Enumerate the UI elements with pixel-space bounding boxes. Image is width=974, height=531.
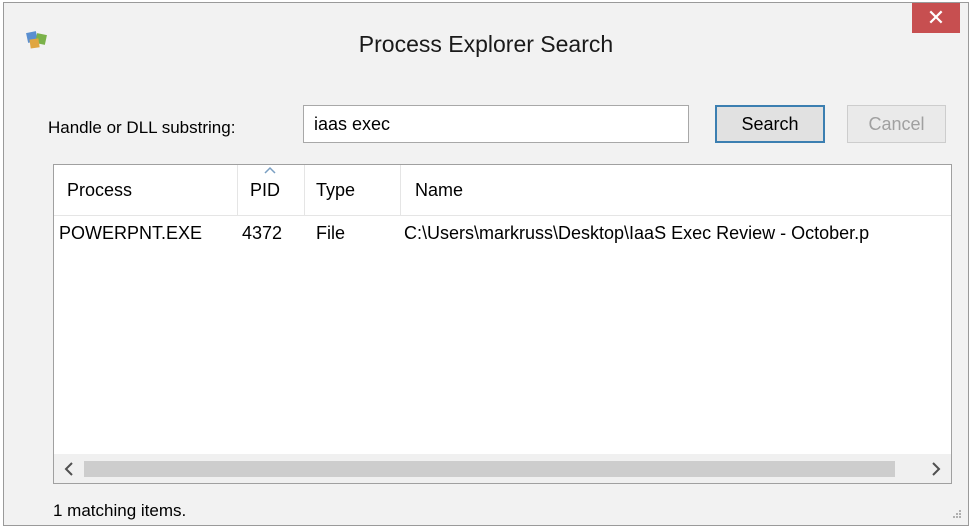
column-divider[interactable] — [237, 165, 238, 215]
list-header: Process PID Type Name — [54, 165, 951, 216]
horizontal-scrollbar[interactable] — [54, 454, 951, 483]
cell-pid: 4372 — [242, 223, 283, 243]
scroll-right-arrow-icon[interactable] — [921, 454, 951, 483]
column-divider[interactable] — [400, 165, 401, 215]
scrollbar-thumb[interactable] — [84, 461, 895, 477]
search-button-label: Search — [741, 113, 799, 134]
search-dialog: Process Explorer Search ✕ Handle or DLL … — [3, 2, 969, 526]
column-header-pid[interactable]: PID — [250, 180, 280, 201]
title-bar: Process Explorer Search ✕ — [4, 3, 968, 87]
substring-input[interactable] — [303, 105, 689, 143]
results-list[interactable]: Process PID Type Name POWERPNT.EXE 4372 … — [53, 164, 952, 484]
window-title: Process Explorer Search — [358, 31, 614, 57]
scroll-left-arrow-icon[interactable] — [54, 454, 84, 483]
substring-label: Handle or DLL substring: — [48, 118, 236, 137]
sort-ascending-icon — [264, 166, 276, 174]
status-text: 1 matching items. — [53, 501, 187, 520]
cancel-button[interactable]: Cancel — [847, 105, 946, 143]
close-button[interactable]: ✕ — [912, 3, 960, 33]
cell-type: File — [316, 223, 346, 243]
column-divider[interactable] — [304, 165, 305, 215]
cancel-button-label: Cancel — [868, 113, 925, 134]
close-icon: ✕ — [926, 5, 946, 30]
column-header-process[interactable]: Process — [67, 180, 132, 201]
cell-process: POWERPNT.EXE — [59, 223, 203, 243]
search-button[interactable]: Search — [715, 105, 825, 143]
column-header-type[interactable]: Type — [316, 180, 355, 201]
cell-name: C:\Users\markruss\Desktop\IaaS Exec Revi… — [404, 223, 870, 243]
column-header-name[interactable]: Name — [415, 180, 463, 201]
resize-grip-icon[interactable] — [950, 507, 962, 519]
